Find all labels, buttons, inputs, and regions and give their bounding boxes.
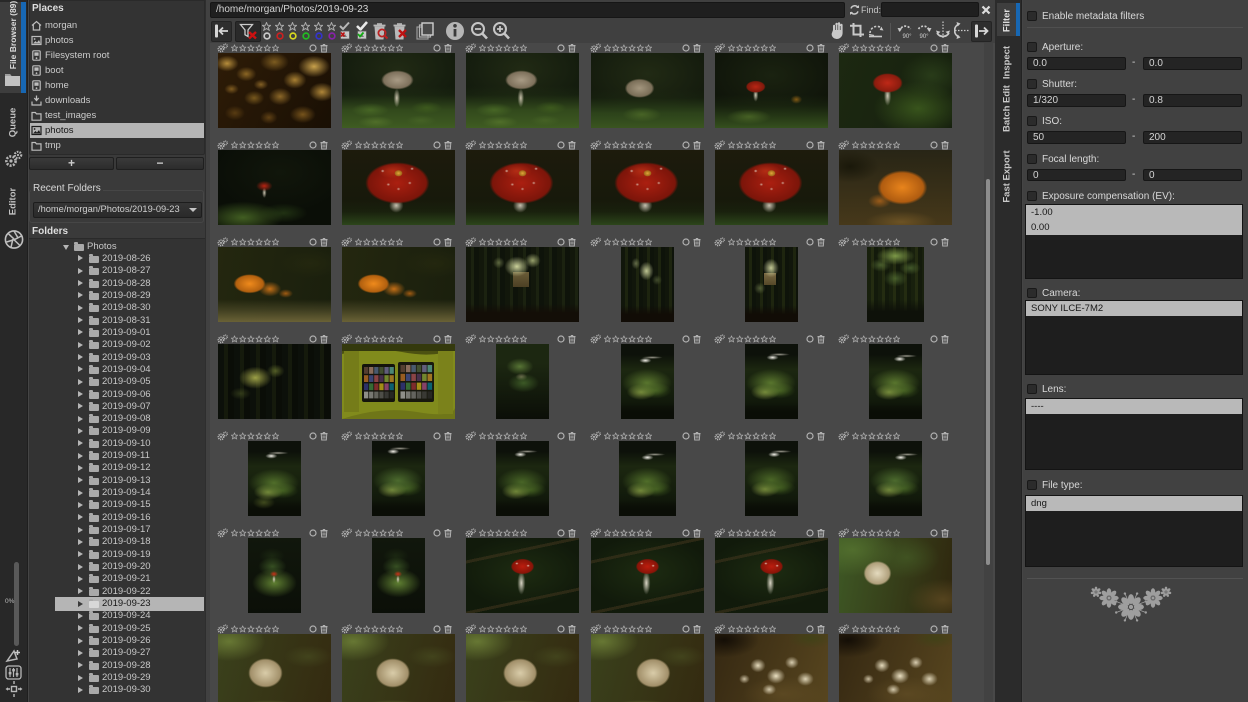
- svg-text:90°: 90°: [903, 34, 913, 40]
- svg-text:90°: 90°: [920, 34, 930, 40]
